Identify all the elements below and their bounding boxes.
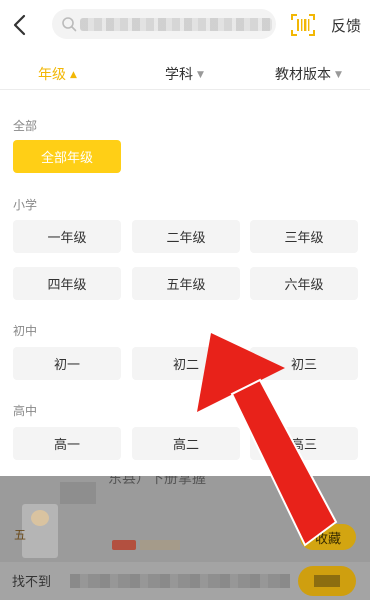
chip-grade-5[interactable]: 五年级 <box>132 267 240 300</box>
background-item-title: 东县）下册掌握 <box>108 476 206 487</box>
back-icon[interactable] <box>8 12 34 38</box>
filter-grade-label: 年级 <box>38 67 66 83</box>
chevron-up-icon: ▲ <box>70 70 77 80</box>
section-title-junior: 初中 <box>13 324 38 338</box>
scan-icon[interactable] <box>290 12 316 38</box>
filter-textbook-version[interactable]: 教材版本 ▼ <box>275 64 342 84</box>
filter-bar: 年级 ▲ 学科 ▼ 教材版本 ▼ <box>0 56 370 90</box>
chip-senior-3[interactable]: 高三 <box>250 427 358 460</box>
chip-grade-1[interactable]: 一年级 <box>13 220 121 253</box>
background-blurred-text <box>140 540 180 550</box>
background-tag <box>112 540 136 550</box>
chip-grade-3[interactable]: 三年级 <box>250 220 358 253</box>
search-query-obscured <box>80 18 272 31</box>
top-bar: 反馈 <box>0 0 370 50</box>
collect-button[interactable]: 收藏 <box>300 524 356 550</box>
background-blurred-block <box>60 482 96 504</box>
search-icon <box>62 17 77 32</box>
filter-grade[interactable]: 年级 ▲ <box>38 64 77 84</box>
chip-grade-4[interactable]: 四年级 <box>13 267 121 300</box>
chip-junior-1[interactable]: 初一 <box>13 347 121 380</box>
section-title-primary: 小学 <box>13 198 38 212</box>
chip-grade-2[interactable]: 二年级 <box>132 220 240 253</box>
chip-junior-3[interactable]: 初三 <box>250 347 358 380</box>
feedback-button[interactable]: 反馈 <box>331 15 361 36</box>
section-title-senior: 高中 <box>13 404 38 418</box>
bottom-bar: 找不到 <box>0 562 370 600</box>
chip-senior-1[interactable]: 高一 <box>13 427 121 460</box>
chip-junior-2[interactable]: 初二 <box>132 347 240 380</box>
dimmed-background-overlay[interactable]: 东县）下册掌握 五 收藏 找不到 <box>0 476 370 600</box>
chip-all-grades[interactable]: 全部年级 <box>13 140 121 173</box>
filter-subject[interactable]: 学科 ▼ <box>165 64 204 84</box>
filter-subject-label: 学科 <box>165 67 193 83</box>
section-title-all: 全部 <box>13 119 38 133</box>
chevron-down-icon: ▼ <box>197 70 204 80</box>
background-cover-image <box>22 504 58 558</box>
background-cover-char: 五 <box>14 528 27 542</box>
chip-senior-2[interactable]: 高二 <box>132 427 240 460</box>
search-input[interactable] <box>52 9 276 39</box>
chevron-down-icon: ▼ <box>335 70 342 80</box>
bottom-bar-button[interactable] <box>298 566 356 596</box>
bottom-bar-text: 找不到 <box>12 575 52 590</box>
bottom-bar-blurred-text <box>70 574 290 588</box>
chip-grade-6[interactable]: 六年级 <box>250 267 358 300</box>
filter-textbook-label: 教材版本 <box>275 67 331 83</box>
